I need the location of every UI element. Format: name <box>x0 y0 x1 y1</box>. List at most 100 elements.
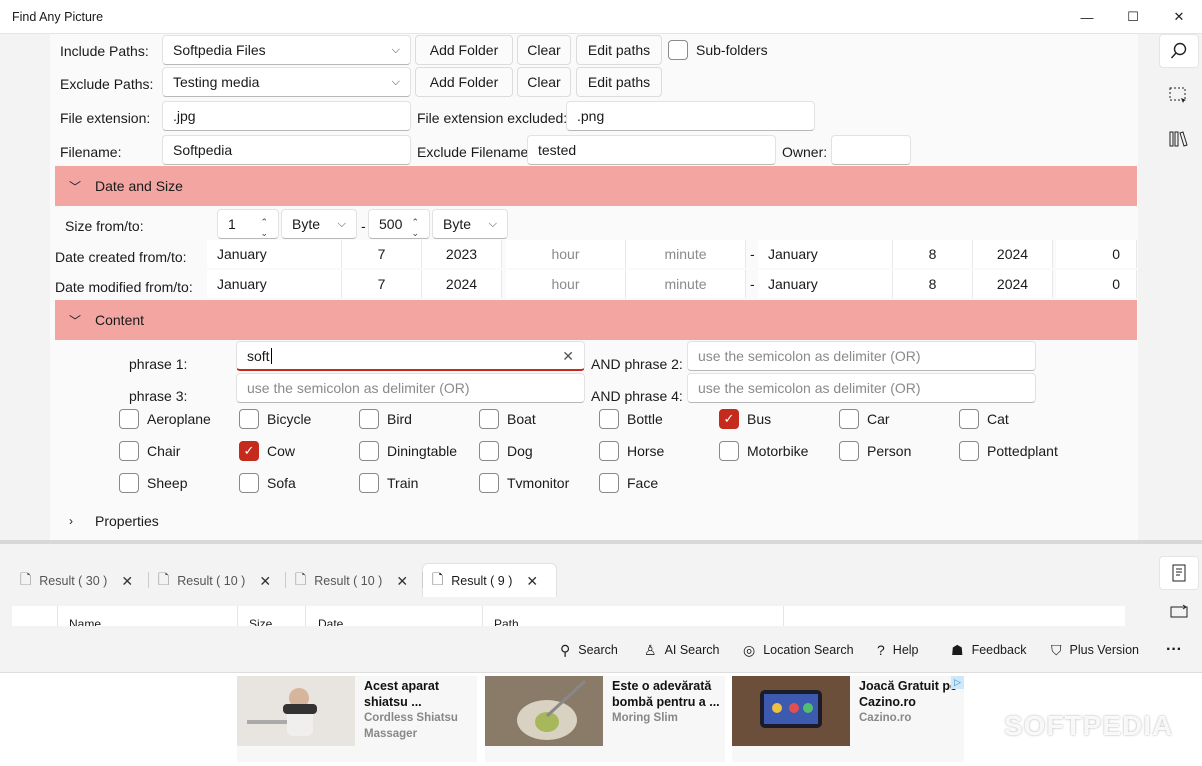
created-from-year[interactable]: 2023 <box>422 240 502 268</box>
close-tab-icon[interactable]: ✕ <box>121 573 133 590</box>
train-checkbox[interactable] <box>359 473 379 493</box>
search-command[interactable]: ⚲ Search <box>560 639 618 661</box>
object-option-sheep[interactable]: Sheep <box>119 473 187 493</box>
ad-2[interactable]: Este o adevărată bombă pentru a ... Mori… <box>485 676 725 762</box>
bird-checkbox[interactable] <box>359 409 379 429</box>
clear-icon[interactable]: ✕ <box>562 348 574 365</box>
ad-3[interactable]: Joacă Gratuit pe Cazino.ro Cazino.ro <box>732 676 964 762</box>
date-size-section-header[interactable]: ﹀ Date and Size <box>55 166 1137 206</box>
swap-side-button[interactable] <box>1159 598 1199 626</box>
result-tab-1[interactable]: 🗋 Result ( 30 ) ✕ <box>20 566 133 596</box>
close-tab-icon[interactable]: ✕ <box>259 573 271 590</box>
plus-version-command[interactable]: ⛉ Plus Version <box>1051 639 1139 661</box>
modified-from-minute[interactable]: minute <box>626 270 746 298</box>
modified-to-month[interactable]: January <box>758 270 893 298</box>
object-option-horse[interactable]: Horse <box>599 441 664 461</box>
spin-icon[interactable]: ⌃ ⌄ <box>260 217 268 238</box>
created-to-hour[interactable]: 0 <box>1056 240 1137 268</box>
include-add-folder-button[interactable]: Add Folder <box>415 35 513 65</box>
size-to-unit-dropdown[interactable]: Byte ⌵ <box>432 209 508 239</box>
created-from-minute[interactable]: minute <box>626 240 746 268</box>
car-checkbox[interactable] <box>839 409 859 429</box>
exclude-paths-dropdown[interactable]: Testing media ⌵ <box>162 67 411 97</box>
object-option-boat[interactable]: Boat <box>479 409 536 429</box>
created-to-month[interactable]: January <box>758 240 893 268</box>
object-option-sofa[interactable]: Sofa <box>239 473 296 493</box>
object-option-bird[interactable]: Bird <box>359 409 412 429</box>
modified-to-day[interactable]: 8 <box>893 270 973 298</box>
close-tab-icon[interactable]: ✕ <box>526 573 538 590</box>
filename-input[interactable]: Softpedia <box>162 135 411 165</box>
sheep-checkbox[interactable] <box>119 473 139 493</box>
object-option-bottle[interactable]: Bottle <box>599 409 663 429</box>
search-side-button[interactable] <box>1159 34 1199 68</box>
cow-checkbox[interactable]: ✓ <box>239 441 259 461</box>
object-option-aeroplane[interactable]: Aeroplane <box>119 409 211 429</box>
column-header-name[interactable]: Name <box>69 617 101 626</box>
dog-checkbox[interactable] <box>479 441 499 461</box>
owner-input[interactable] <box>831 135 911 165</box>
object-option-train[interactable]: Train <box>359 473 418 493</box>
feedback-command[interactable]: ☗ Feedback <box>951 639 1026 661</box>
object-option-tvmonitor[interactable]: Tvmonitor <box>479 473 569 493</box>
adchoices-icon[interactable]: ▷ <box>951 676 964 689</box>
location-search-command[interactable]: ◎ Location Search <box>743 639 854 661</box>
object-option-pottedplant[interactable]: Pottedplant <box>959 441 1058 461</box>
size-from-unit-dropdown[interactable]: Byte ⌵ <box>281 209 357 239</box>
size-to-stepper[interactable]: 500 ⌃ ⌄ <box>368 209 430 239</box>
close-tab-icon[interactable]: ✕ <box>396 573 408 590</box>
object-option-diningtable[interactable]: Diningtable <box>359 441 457 461</box>
exclude-filename-input[interactable]: tested <box>527 135 776 165</box>
created-to-year[interactable]: 2024 <box>973 240 1053 268</box>
help-command[interactable]: ? Help <box>877 639 919 661</box>
minimize-button[interactable]: — <box>1064 0 1110 34</box>
bicycle-checkbox[interactable] <box>239 409 259 429</box>
close-button[interactable]: ✕ <box>1156 0 1202 34</box>
object-option-dog[interactable]: Dog <box>479 441 533 461</box>
object-option-bus[interactable]: ✓ Bus <box>719 409 771 429</box>
result-tab-3[interactable]: 🗋 Result ( 10 ) ✕ <box>295 566 408 596</box>
object-option-chair[interactable]: Chair <box>119 441 180 461</box>
sofa-checkbox[interactable] <box>239 473 259 493</box>
include-edit-paths-button[interactable]: Edit paths <box>576 35 662 65</box>
object-option-cat[interactable]: Cat <box>959 409 1009 429</box>
file-extension-excluded-input[interactable]: .png <box>566 101 815 131</box>
selection-side-button[interactable] <box>1159 78 1199 112</box>
bus-checkbox[interactable]: ✓ <box>719 409 739 429</box>
modified-from-hour[interactable]: hour <box>506 270 626 298</box>
phrase-3-input[interactable]: use the semicolon as delimiter (OR) <box>236 373 585 403</box>
report-side-button[interactable] <box>1159 556 1199 590</box>
file-extension-input[interactable]: .jpg <box>162 101 411 131</box>
modified-to-hour[interactable]: 0 <box>1056 270 1137 298</box>
bottle-checkbox[interactable] <box>599 409 619 429</box>
modified-from-day[interactable]: 7 <box>342 270 422 298</box>
size-from-stepper[interactable]: 1 ⌃ ⌄ <box>217 209 279 239</box>
object-option-bicycle[interactable]: Bicycle <box>239 409 311 429</box>
ai-search-command[interactable]: ♙ AI Search <box>644 639 719 661</box>
phrase-2-input[interactable]: use the semicolon as delimiter (OR) <box>687 341 1036 371</box>
include-clear-button[interactable]: Clear <box>517 35 571 65</box>
column-header-path[interactable]: Path <box>494 617 519 626</box>
ad-1[interactable]: Acest aparat shiatsu ... Cordless Shiats… <box>237 676 477 762</box>
person-checkbox[interactable] <box>839 441 859 461</box>
exclude-clear-button[interactable]: Clear <box>517 67 571 97</box>
horse-checkbox[interactable] <box>599 441 619 461</box>
result-tab-4[interactable]: 🗋 Result ( 9 ) ✕ <box>432 566 538 596</box>
modified-from-year[interactable]: 2024 <box>422 270 502 298</box>
diningtable-checkbox[interactable] <box>359 441 379 461</box>
more-button[interactable]: ··· <box>1166 639 1182 661</box>
column-header-date[interactable]: Date <box>318 617 343 626</box>
modified-to-year[interactable]: 2024 <box>973 270 1053 298</box>
object-option-car[interactable]: Car <box>839 409 890 429</box>
phrase-1-input[interactable]: soft ✕ <box>236 341 585 371</box>
properties-section-header[interactable]: › Properties <box>55 508 355 534</box>
face-checkbox[interactable] <box>599 473 619 493</box>
result-tab-2[interactable]: 🗋 Result ( 10 ) ✕ <box>158 566 271 596</box>
library-side-button[interactable] <box>1159 122 1199 156</box>
created-from-month[interactable]: January <box>207 240 342 268</box>
boat-checkbox[interactable] <box>479 409 499 429</box>
include-paths-dropdown[interactable]: Softpedia Files ⌵ <box>162 35 411 65</box>
exclude-edit-paths-button[interactable]: Edit paths <box>576 67 662 97</box>
cat-checkbox[interactable] <box>959 409 979 429</box>
spin-icon[interactable]: ⌃ ⌄ <box>411 217 419 238</box>
